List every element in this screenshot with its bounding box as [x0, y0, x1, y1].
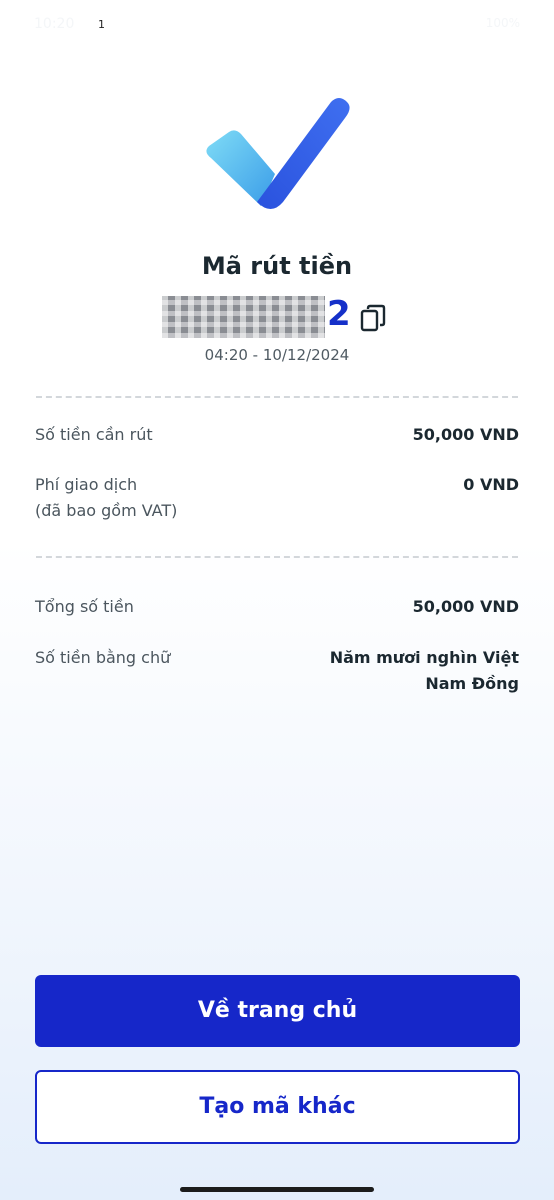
- fee-value: 0 VND: [463, 475, 519, 494]
- status-time: 10:20: [34, 16, 75, 32]
- success-check-icon: [206, 98, 350, 209]
- copy-icon[interactable]: [360, 304, 386, 332]
- page-title: Mã rút tiền: [201, 252, 353, 280]
- amount-in-words-line2: Nam Đồng: [425, 674, 519, 693]
- home-button[interactable]: Về trang chủ: [35, 975, 520, 1047]
- withdrawal-code: 2: [162, 294, 392, 340]
- amount-label: Số tiền cần rút: [35, 425, 153, 444]
- amount-in-words-label: Số tiền bằng chữ: [35, 648, 171, 667]
- divider: [36, 556, 518, 558]
- create-new-code-button[interactable]: Tạo mã khác: [35, 1070, 520, 1144]
- total-value: 50,000 VND: [412, 597, 519, 616]
- amount-in-words-line1: Năm mươi nghìn Việt: [329, 648, 519, 667]
- fee-label: Phí giao dịch: [35, 475, 138, 494]
- total-label: Tổng số tiền: [35, 597, 134, 616]
- battery-level: 100%: [485, 16, 520, 30]
- home-indicator[interactable]: [180, 1187, 374, 1192]
- status-bar: 10:20 1 100%: [0, 0, 554, 50]
- amount-value: 50,000 VND: [412, 425, 519, 444]
- notification-count: 1: [98, 18, 105, 31]
- timestamp: 04:20 - 10/12/2024: [204, 346, 350, 364]
- code-suffix: 2: [327, 294, 351, 334]
- fee-vat-note: (đã bao gồm VAT): [35, 501, 178, 520]
- divider: [36, 396, 518, 398]
- masked-code: [162, 296, 325, 338]
